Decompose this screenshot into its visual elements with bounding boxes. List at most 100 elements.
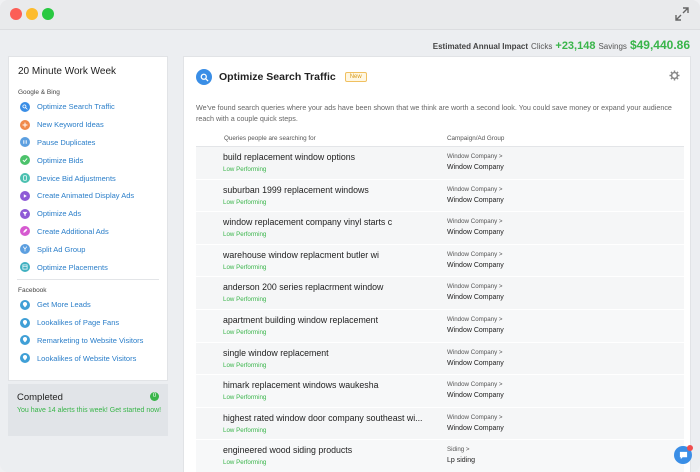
expand-icon[interactable] — [674, 6, 690, 22]
status-label: Low Performing — [223, 426, 267, 434]
sidebar-item-new-keyword-ideas[interactable]: New Keyword Ideas — [9, 116, 167, 134]
sidebar-item-label: Lookalikes of Website Visitors — [37, 353, 137, 363]
pencil-icon — [20, 226, 30, 237]
query-text: suburban 1999 replacement windows — [223, 184, 369, 195]
plus-icon — [20, 119, 30, 130]
search-icon — [20, 101, 30, 112]
query-text: warehouse window replacment butler wi — [223, 249, 379, 260]
completed-message: You have 14 alerts this week! Get starte… — [17, 407, 162, 414]
ad-group-name: Lp siding — [447, 457, 476, 465]
status-label: Low Performing — [223, 459, 267, 467]
google-task-list: Optimize Search Traffic New Keyword Ideas… — [9, 98, 167, 276]
query-text: window replacement company vinyl starts … — [223, 217, 393, 228]
table-header: Queries people are searching for Campaig… — [196, 135, 684, 147]
status-label: Low Performing — [223, 231, 267, 239]
new-badge: New — [344, 72, 367, 82]
query-text: apartment building window replacement — [223, 314, 379, 325]
table-row[interactable]: suburban 1999 replacement windows Low Per… — [196, 179, 684, 213]
remarketing-icon — [20, 335, 30, 346]
sidebar-item-split-ad-group[interactable]: Split Ad Group — [9, 240, 167, 258]
status-label: Low Performing — [223, 166, 267, 173]
sidebar-item-label: Get More Leads — [37, 300, 91, 310]
facebook-task-list: Get More Leads Lookalikes of Page Fans Rem… — [9, 296, 167, 367]
query-text: himark replacement windows waukesha — [223, 380, 379, 391]
ad-group-name: Window Company — [447, 326, 504, 334]
ad-group-name: Window Company — [447, 392, 504, 400]
sidebar-item-remarketing-to-website-visitors[interactable]: Remarketing to Website Visitors — [9, 332, 167, 350]
table-row[interactable]: window replacement company vinyl starts … — [196, 212, 684, 245]
status-label: Low Performing — [223, 263, 267, 271]
status-label: Low Performing — [223, 361, 267, 369]
sidebar-item-optimize-search-traffic[interactable]: Optimize Search Traffic — [9, 98, 167, 116]
sidebar-item-label: Optimize Search Traffic — [37, 102, 115, 112]
chat-button[interactable] — [674, 445, 693, 464]
ad-group-name: Window Company — [447, 164, 504, 171]
status-label: Low Performing — [223, 394, 267, 402]
sidebar-item-label: Split Ad Group — [37, 244, 86, 254]
status-label: Low Performing — [223, 328, 267, 336]
campaign-name: Window Company > — [447, 218, 503, 226]
sidebar-item-create-additional-ads[interactable]: Create Additional Ads — [9, 223, 167, 241]
status-label: Low Performing — [223, 296, 267, 304]
sidebar-item-label: Lookalikes of Page Fans — [37, 318, 120, 328]
table-row[interactable]: single window replacement Low Performing W… — [196, 342, 684, 376]
pause-icon — [20, 137, 30, 148]
sidebar-item-lookalikes-of-website-visitors[interactable]: Lookalikes of Website Visitors — [9, 349, 167, 367]
ad-group-name: Window Company — [447, 294, 504, 302]
ad-group-name: Window Company — [447, 359, 504, 367]
lookalike-icon — [20, 317, 30, 328]
animated-icon — [20, 190, 30, 201]
sidebar-title: 20 Minute Work Week — [18, 66, 117, 77]
split-icon — [20, 244, 30, 255]
ad-group-name: Window Company — [447, 424, 504, 432]
sidebar-item-optimize-bids[interactable]: Optimize Bids — [9, 151, 167, 169]
sidebar-item-lookalikes-of-page-fans[interactable]: Lookalikes of Page Fans — [9, 314, 167, 332]
table-row[interactable]: warehouse window replacment butler wi Low… — [196, 244, 684, 278]
query-text: build replacement window options — [223, 152, 356, 162]
sidebar-item-label: Create Animated Display Ads — [37, 191, 135, 201]
table-row[interactable]: build replacement window options Low Perf… — [196, 147, 684, 180]
sidebar: 20 Minute Work Week Google & Bing Optimi… — [8, 56, 168, 381]
title-bar — [0, 0, 700, 30]
placements-icon — [20, 262, 30, 273]
sidebar-item-optimize-ads[interactable]: Optimize Ads — [9, 205, 167, 223]
sidebar-item-label: Optimize Bids — [37, 155, 84, 165]
campaign-name: Window Company > — [447, 315, 503, 323]
completed-panel[interactable]: Completed 0 You have 14 alerts this week… — [8, 384, 168, 436]
sidebar-item-get-more-leads[interactable]: Get More Leads — [9, 296, 167, 314]
page-description: We've found search queries where your ad… — [196, 103, 672, 123]
sidebar-item-create-animated-display-ads[interactable]: Create Animated Display Ads — [9, 187, 167, 205]
sidebar-item-optimize-placements[interactable]: Optimize Placements — [9, 258, 167, 276]
query-table: build replacement window options Low Perf… — [196, 147, 684, 472]
clicks-value: +23,148 — [555, 40, 596, 52]
table-row[interactable]: anderson 200 series replacrment window Lo… — [196, 277, 684, 310]
sidebar-item-label: Create Additional Ads — [37, 226, 109, 236]
zoom-window-button[interactable] — [42, 8, 54, 20]
leads-icon — [20, 299, 30, 310]
ad-group-name: Window Company — [447, 261, 504, 269]
table-row[interactable]: highest rated window door company southe… — [196, 407, 684, 441]
sidebar-item-label: Optimize Ads — [37, 209, 82, 219]
table-row[interactable]: engineered wood siding products Low Perfo… — [196, 440, 684, 472]
ad-group-name: Window Company — [447, 196, 504, 204]
table-row[interactable]: apartment building window replacement Low… — [196, 309, 684, 343]
close-window-button[interactable] — [10, 8, 22, 20]
ad-group-name: Window Company — [447, 229, 504, 237]
column-header-queries: Queries people are searching for — [224, 135, 316, 142]
sidebar-item-device-bid-adjustments[interactable]: Device Bid Adjustments — [9, 169, 167, 187]
gear-icon[interactable] — [669, 70, 680, 81]
notification-dot — [687, 445, 693, 451]
query-text: highest rated window door company southe… — [223, 412, 423, 423]
minimize-window-button[interactable] — [26, 8, 38, 20]
savings-label: Savings — [598, 42, 627, 51]
campaign-name: Siding > — [447, 446, 470, 454]
sidebar-section-google: Google & Bing — [18, 89, 60, 96]
campaign-name: Window Company > — [447, 348, 503, 356]
table-row[interactable]: himark replacement windows waukesha Low P… — [196, 375, 684, 408]
page-title: Optimize Search Traffic — [219, 71, 336, 83]
completed-title: Completed — [17, 392, 63, 403]
sidebar-item-pause-duplicates[interactable]: Pause Duplicates — [9, 134, 167, 152]
column-header-campaign: Campaign/Ad Group — [447, 135, 505, 142]
campaign-name: Window Company > — [447, 283, 503, 291]
clicks-label: Clicks — [531, 42, 553, 51]
